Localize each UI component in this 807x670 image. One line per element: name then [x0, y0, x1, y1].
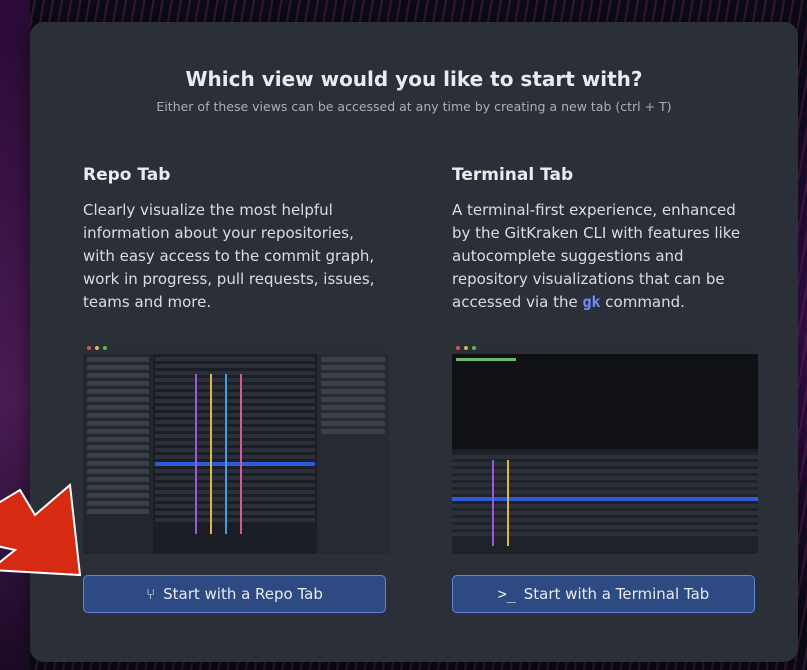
git-branch-icon: ⑂ — [146, 585, 156, 603]
terminal-tab-heading: Terminal Tab — [452, 165, 574, 185]
preview-titlebar — [83, 342, 389, 354]
terminal-tab-preview — [452, 342, 758, 554]
gk-command: gk — [582, 293, 601, 311]
preview-detail-panel — [317, 354, 389, 554]
start-view-dialog: Which view would you like to start with?… — [30, 22, 798, 662]
start-repo-tab-button[interactable]: ⑂ Start with a Repo Tab — [83, 575, 386, 613]
preview-terminal — [452, 354, 758, 449]
start-terminal-tab-label: Start with a Terminal Tab — [523, 585, 710, 603]
preview-titlebar — [452, 342, 758, 354]
repo-tab-heading: Repo Tab — [83, 165, 171, 185]
terminal-tab-description: A terminal-first experience, enhanced by… — [452, 199, 752, 314]
terminal-tab-option: Terminal Tab A terminal-first experience… — [452, 165, 752, 314]
terminal-prompt-icon: >_ — [497, 585, 516, 603]
repo-tab-option: Repo Tab Clearly visualize the most help… — [83, 165, 383, 314]
start-repo-tab-label: Start with a Repo Tab — [163, 585, 323, 603]
dialog-title: Which view would you like to start with? — [185, 67, 643, 91]
dialog-subtitle: Either of these views can be accessed at… — [156, 99, 672, 114]
preview-commit-table — [452, 452, 758, 554]
terminal-description-end: command. — [600, 293, 685, 311]
preview-commit-graph — [155, 354, 315, 554]
start-terminal-tab-button[interactable]: >_ Start with a Terminal Tab — [452, 575, 755, 613]
repo-tab-description: Clearly visualize the most helpful infor… — [83, 201, 375, 311]
repo-tab-preview — [83, 342, 389, 554]
red-arrow-annotation — [0, 483, 82, 577]
